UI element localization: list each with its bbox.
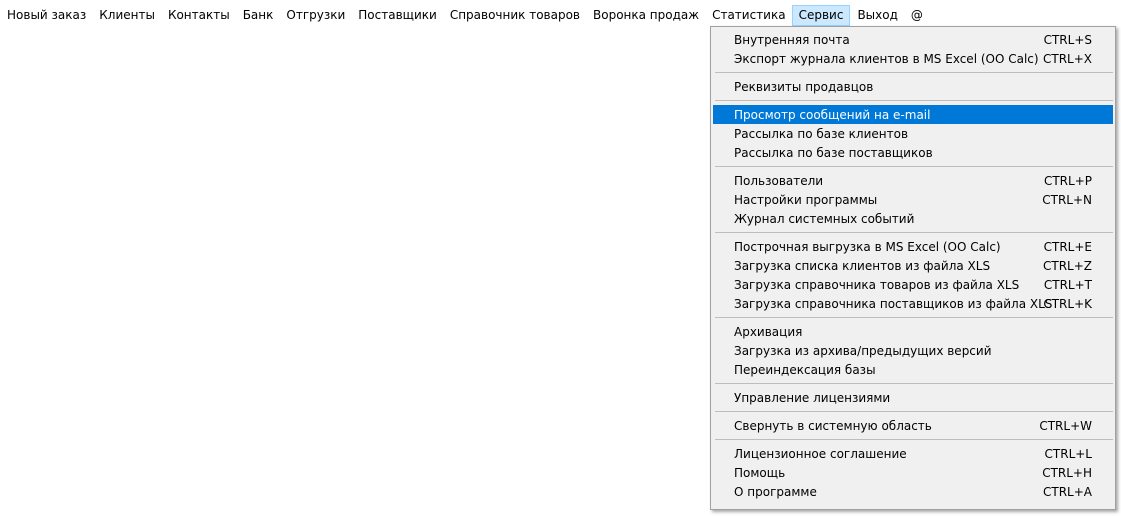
menu-separator xyxy=(715,68,1113,77)
menu-item-label: Настройки программы xyxy=(734,192,878,207)
menu-item-mailing-clients[interactable]: Рассылка по базе клиентов xyxy=(713,124,1113,143)
menu-item-import-suppliers-xls[interactable]: Загрузка справочника поставщиков из файл… xyxy=(713,294,1113,313)
menu-item-shortcut: CTRL+P xyxy=(1043,173,1092,188)
menu-item-row-export-excel[interactable]: Построчная выгрузка в MS Excel (OO Calc)… xyxy=(713,237,1113,256)
menu-bank[interactable]: Банк xyxy=(236,5,280,26)
menu-item-shortcut: CTRL+N xyxy=(1042,192,1092,207)
menu-item-shortcut: CTRL+Z xyxy=(1042,258,1092,273)
menu-item-label: Переиндексация базы xyxy=(734,362,876,377)
menu-sales-funnel[interactable]: Воронка продаж xyxy=(586,5,705,26)
menu-item-users[interactable]: Пользователи CTRL+P xyxy=(713,171,1113,190)
menu-item-help[interactable]: Помощь CTRL+H xyxy=(713,463,1113,482)
menu-item-load-from-archive[interactable]: Загрузка из архива/предыдущих версий xyxy=(713,341,1113,360)
menu-item-archive[interactable]: Архивация xyxy=(713,322,1113,341)
menu-separator xyxy=(715,96,1113,105)
menu-new-order[interactable]: Новый заказ xyxy=(0,5,92,26)
menu-item-shortcut: CTRL+X xyxy=(1042,51,1092,66)
menu-clients[interactable]: Клиенты xyxy=(92,5,161,26)
menu-separator xyxy=(715,435,1113,444)
menu-item-about[interactable]: О программе CTRL+A xyxy=(713,482,1113,501)
menu-item-reindex-database[interactable]: Переиндексация базы xyxy=(713,360,1113,379)
menu-item-label: Экспорт журнала клиентов в MS Excel (OO … xyxy=(734,51,1039,66)
menu-item-label: Журнал системных событий xyxy=(734,211,915,226)
menu-item-seller-details[interactable]: Реквизиты продавцов xyxy=(713,77,1113,96)
menu-separator xyxy=(715,228,1113,237)
menu-item-system-event-log[interactable]: Журнал системных событий xyxy=(713,209,1113,228)
menu-item-shortcut: CTRL+H xyxy=(1042,465,1092,480)
menu-item-shortcut: CTRL+T xyxy=(1043,277,1092,292)
menu-suppliers[interactable]: Поставщики xyxy=(351,5,443,26)
menu-item-label: Внутренняя почта xyxy=(734,32,850,47)
menu-item-label: Построчная выгрузка в MS Excel (OO Calc) xyxy=(734,239,1001,254)
menu-item-label: Загрузка справочника товаров из файла XL… xyxy=(734,277,1020,292)
menu-item-shortcut: CTRL+K xyxy=(1043,296,1092,311)
menu-exit[interactable]: Выход xyxy=(850,5,903,26)
menu-item-internal-mail[interactable]: Внутренняя почта CTRL+S xyxy=(713,30,1113,49)
menu-item-label: Лицензионное соглашение xyxy=(734,446,907,461)
menu-service[interactable]: Сервис xyxy=(791,5,851,26)
window-title-strip xyxy=(0,0,1121,4)
menu-item-import-clients-xls[interactable]: Загрузка списка клиентов из файла XLS CT… xyxy=(713,256,1113,275)
menu-at[interactable]: @ xyxy=(904,5,929,26)
menu-item-shortcut: CTRL+E xyxy=(1043,239,1092,254)
menu-item-label: Реквизиты продавцов xyxy=(734,79,874,94)
menu-separator xyxy=(715,379,1113,388)
menu-item-view-email-messages[interactable]: Просмотр сообщений на e-mail xyxy=(713,105,1113,124)
service-dropdown-menu: Внутренняя почта CTRL+S Экспорт журнала … xyxy=(710,26,1116,510)
menu-item-label: Загрузка из архива/предыдущих версий xyxy=(734,343,992,358)
menu-item-shortcut: CTRL+L xyxy=(1044,446,1092,461)
menu-shipments[interactable]: Отгрузки xyxy=(279,5,351,26)
menu-item-label: Рассылка по базе клиентов xyxy=(734,126,909,141)
menu-contacts[interactable]: Контакты xyxy=(161,5,236,26)
menu-product-catalog[interactable]: Справочник товаров xyxy=(443,5,586,26)
menu-item-import-products-xls[interactable]: Загрузка справочника товаров из файла XL… xyxy=(713,275,1113,294)
menu-separator xyxy=(715,162,1113,171)
menu-item-license-management[interactable]: Управление лицензиями xyxy=(713,388,1113,407)
menu-item-label: Архивация xyxy=(734,324,803,339)
menu-item-shortcut: CTRL+S xyxy=(1043,32,1092,47)
menu-item-label: О программе xyxy=(734,484,817,499)
menu-item-label: Загрузка справочника поставщиков из файл… xyxy=(734,296,1053,311)
menu-item-label: Свернуть в системную область xyxy=(734,418,932,433)
menu-item-license-agreement[interactable]: Лицензионное соглашение CTRL+L xyxy=(713,444,1113,463)
menu-item-label: Пользователи xyxy=(734,173,824,188)
menu-separator xyxy=(715,313,1113,322)
menu-item-export-clients-excel[interactable]: Экспорт журнала клиентов в MS Excel (OO … xyxy=(713,49,1113,68)
menu-item-shortcut: CTRL+A xyxy=(1043,484,1092,499)
menu-statistics[interactable]: Статистика xyxy=(705,5,792,26)
menu-item-shortcut: CTRL+W xyxy=(1039,418,1092,433)
menu-item-label: Рассылка по базе поставщиков xyxy=(734,145,933,160)
menu-item-label: Управление лицензиями xyxy=(734,390,891,405)
menu-item-program-settings[interactable]: Настройки программы CTRL+N xyxy=(713,190,1113,209)
menu-item-label: Помощь xyxy=(734,465,786,480)
menu-item-minimize-to-tray[interactable]: Свернуть в системную область CTRL+W xyxy=(713,416,1113,435)
menu-item-mailing-suppliers[interactable]: Рассылка по базе поставщиков xyxy=(713,143,1113,162)
menu-separator xyxy=(715,407,1113,416)
menu-bar: Новый заказ Клиенты Контакты Банк Отгруз… xyxy=(0,5,1121,26)
menu-item-label: Просмотр сообщений на e-mail xyxy=(734,107,931,122)
menu-item-label: Загрузка списка клиентов из файла XLS xyxy=(734,258,991,273)
